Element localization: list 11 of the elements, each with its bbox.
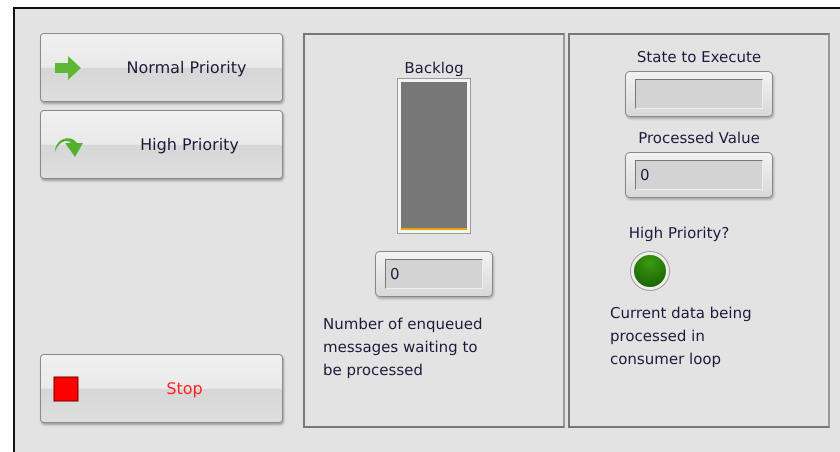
led-label: High Priority? [628, 224, 730, 242]
backlog-label: Backlog [404, 59, 464, 77]
backlog-description: Number of enqueued messages waiting to be processed [323, 314, 484, 381]
processed-label: Processed Value [638, 129, 760, 147]
state-label: State to Execute [636, 48, 762, 66]
processed-indicator: 0 [625, 152, 773, 198]
backlog-indicator: 0 [375, 251, 493, 297]
stop-icon [53, 376, 79, 402]
consumer-description: Current data being processed in consumer loop [610, 303, 753, 370]
priority-button[interactable]: Normal Priority [40, 33, 283, 102]
priority-button[interactable]: High Priority [40, 110, 283, 179]
